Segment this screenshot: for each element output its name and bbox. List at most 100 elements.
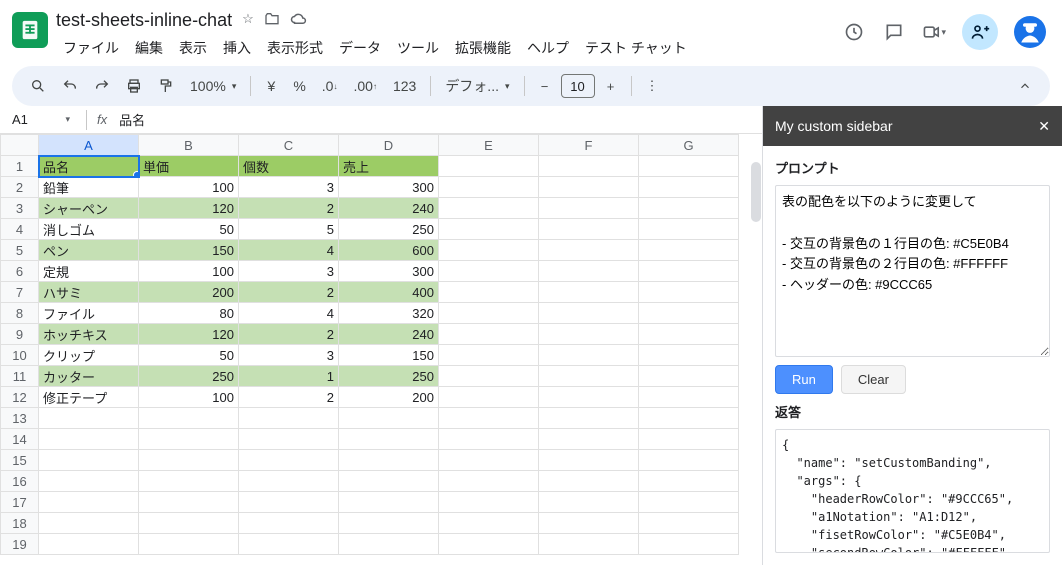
- cloud-icon[interactable]: [290, 11, 308, 30]
- cell[interactable]: 2: [239, 387, 339, 408]
- cell[interactable]: ファイル: [39, 303, 139, 324]
- cell[interactable]: [639, 387, 739, 408]
- cell[interactable]: [639, 303, 739, 324]
- cell[interactable]: [339, 408, 439, 429]
- run-button[interactable]: Run: [775, 365, 833, 394]
- cell[interactable]: [439, 261, 539, 282]
- row-header[interactable]: 14: [1, 429, 39, 450]
- cell[interactable]: 定規: [39, 261, 139, 282]
- cell[interactable]: 300: [339, 261, 439, 282]
- column-header[interactable]: C: [239, 135, 339, 156]
- cell[interactable]: 320: [339, 303, 439, 324]
- cell[interactable]: 120: [139, 324, 239, 345]
- name-box[interactable]: A1▾: [6, 112, 76, 127]
- font-size-input[interactable]: 10: [561, 74, 595, 98]
- cell[interactable]: [539, 345, 639, 366]
- cell[interactable]: [139, 450, 239, 471]
- increase-decimal-icon[interactable]: .00↑: [347, 72, 382, 100]
- cell[interactable]: [639, 345, 739, 366]
- cell[interactable]: [539, 513, 639, 534]
- menu-item[interactable]: ヘルプ: [520, 34, 576, 62]
- cell[interactable]: 250: [139, 366, 239, 387]
- paint-format-icon[interactable]: [152, 72, 180, 100]
- cell[interactable]: [439, 240, 539, 261]
- more-icon[interactable]: ⋮: [640, 72, 665, 100]
- cell[interactable]: [439, 282, 539, 303]
- column-header[interactable]: D: [339, 135, 439, 156]
- cell[interactable]: 2: [239, 198, 339, 219]
- menu-item[interactable]: データ: [332, 34, 388, 62]
- cell[interactable]: [39, 492, 139, 513]
- cell[interactable]: 個数: [239, 156, 339, 177]
- cell[interactable]: [539, 240, 639, 261]
- cell[interactable]: [539, 219, 639, 240]
- spreadsheet-grid[interactable]: ABCDEFG1品名単価個数売上2鉛筆10033003シャーペン12022404…: [0, 134, 762, 565]
- cell[interactable]: [639, 450, 739, 471]
- cell[interactable]: ホッチキス: [39, 324, 139, 345]
- cell[interactable]: クリップ: [39, 345, 139, 366]
- cell[interactable]: [339, 534, 439, 555]
- cell[interactable]: 2: [239, 324, 339, 345]
- percent-icon[interactable]: %: [287, 72, 311, 100]
- row-header[interactable]: 5: [1, 240, 39, 261]
- collapse-toolbar-icon[interactable]: [1012, 72, 1038, 100]
- cell[interactable]: [39, 429, 139, 450]
- column-header[interactable]: E: [439, 135, 539, 156]
- cell[interactable]: [439, 219, 539, 240]
- cell[interactable]: [439, 198, 539, 219]
- cell[interactable]: [339, 513, 439, 534]
- cell[interactable]: [539, 450, 639, 471]
- meet-icon[interactable]: ▾: [922, 20, 946, 44]
- menu-item[interactable]: ファイル: [56, 34, 126, 62]
- cell[interactable]: [439, 471, 539, 492]
- menu-item[interactable]: 編集: [128, 34, 170, 62]
- cell[interactable]: 150: [139, 240, 239, 261]
- cell[interactable]: [639, 156, 739, 177]
- row-header[interactable]: 7: [1, 282, 39, 303]
- cell[interactable]: 3: [239, 345, 339, 366]
- cell[interactable]: 240: [339, 324, 439, 345]
- cell[interactable]: カッター: [39, 366, 139, 387]
- row-header[interactable]: 12: [1, 387, 39, 408]
- formula-bar[interactable]: 品名: [113, 110, 762, 129]
- menu-item[interactable]: 表示: [172, 34, 214, 62]
- cell[interactable]: [39, 408, 139, 429]
- cell[interactable]: [439, 324, 539, 345]
- cell[interactable]: 売上: [339, 156, 439, 177]
- row-header[interactable]: 18: [1, 513, 39, 534]
- cell[interactable]: [639, 240, 739, 261]
- cell[interactable]: [439, 492, 539, 513]
- row-header[interactable]: 17: [1, 492, 39, 513]
- cell[interactable]: [639, 177, 739, 198]
- menu-item[interactable]: 表示形式: [260, 34, 330, 62]
- cell[interactable]: [239, 450, 339, 471]
- cell[interactable]: [539, 534, 639, 555]
- row-header[interactable]: 8: [1, 303, 39, 324]
- cell[interactable]: [539, 366, 639, 387]
- column-header[interactable]: F: [539, 135, 639, 156]
- cell[interactable]: [439, 408, 539, 429]
- cell[interactable]: [239, 513, 339, 534]
- cell[interactable]: [439, 429, 539, 450]
- cell[interactable]: [139, 408, 239, 429]
- cell[interactable]: [439, 450, 539, 471]
- cell[interactable]: 単価: [139, 156, 239, 177]
- column-header[interactable]: A: [39, 135, 139, 156]
- cell[interactable]: [539, 177, 639, 198]
- cell[interactable]: [239, 471, 339, 492]
- cell[interactable]: [539, 429, 639, 450]
- row-header[interactable]: 11: [1, 366, 39, 387]
- cell[interactable]: 4: [239, 240, 339, 261]
- cell[interactable]: [639, 408, 739, 429]
- cell[interactable]: [439, 534, 539, 555]
- cell[interactable]: 250: [339, 219, 439, 240]
- cell[interactable]: [339, 450, 439, 471]
- row-header[interactable]: 10: [1, 345, 39, 366]
- cell[interactable]: 100: [139, 177, 239, 198]
- menu-item[interactable]: テスト チャット: [578, 34, 694, 62]
- cell[interactable]: 600: [339, 240, 439, 261]
- cell[interactable]: 120: [139, 198, 239, 219]
- cell[interactable]: [639, 324, 739, 345]
- search-icon[interactable]: [24, 72, 52, 100]
- row-header[interactable]: 1: [1, 156, 39, 177]
